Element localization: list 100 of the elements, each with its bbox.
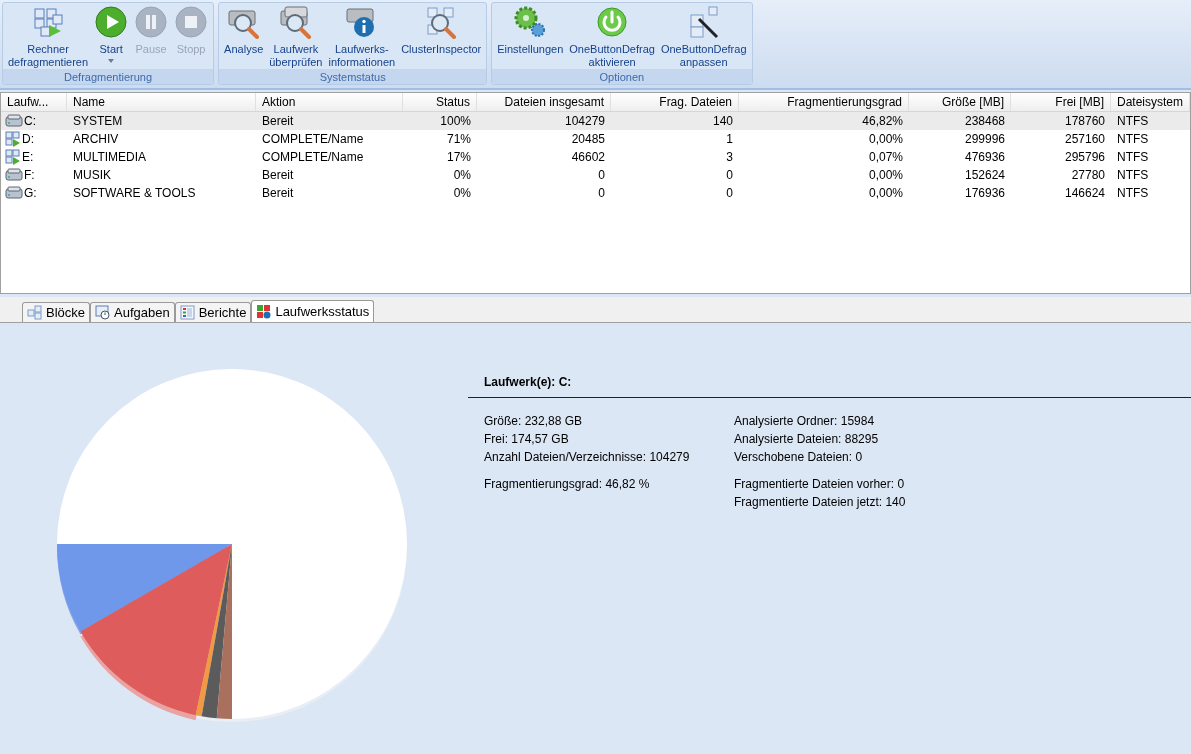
table-cell-text: Bereit xyxy=(262,113,294,130)
table-row[interactable]: C: SYSTEM Bereit 100% 104279 140 46,82% 238468 178760 NTFS xyxy=(1,112,1190,130)
gears-icon xyxy=(513,5,548,39)
column-header[interactable]: Größe [MB] xyxy=(909,93,1011,111)
column-header[interactable]: Frei [MB] xyxy=(1011,93,1111,111)
table-cell-text: ARCHIV xyxy=(73,131,119,148)
table-cell-text: NTFS xyxy=(1117,131,1149,148)
table-cell-text: 0 xyxy=(598,167,605,184)
group-label: Optionen xyxy=(492,69,752,84)
table-cell-text: 176936 xyxy=(964,185,1005,202)
table-cell-text: 27780 xyxy=(1071,167,1105,184)
column-header[interactable]: Laufw... xyxy=(1,93,67,111)
table-cell-text: 1 xyxy=(726,131,733,148)
clock-icon xyxy=(95,305,111,320)
defrag-button[interactable]: Rechner defragmentieren xyxy=(6,5,91,69)
table-row[interactable]: F: MUSIK Bereit 0% 0 0 0,00% 152624 27780 NTFS xyxy=(1,166,1190,184)
table-cell-text: 140 xyxy=(712,113,733,130)
blocks-icon xyxy=(31,5,66,39)
power-icon xyxy=(595,5,630,39)
play-button[interactable]: Start xyxy=(92,5,131,63)
table-cell-text: NTFS xyxy=(1117,113,1149,130)
table-cell-text: NTFS xyxy=(1117,149,1149,166)
column-header[interactable]: Name xyxy=(67,93,256,111)
tab[interactable]: Berichte xyxy=(174,302,252,322)
table-row[interactable]: G: SOFTWARE & TOOLS Bereit 0% 0 0 0,00% 176936 146624 NTFS xyxy=(1,184,1190,202)
table-cell-text: 0 xyxy=(726,185,733,202)
table-cell-text: 46,82% xyxy=(862,113,903,130)
table-cell-text: C: xyxy=(24,113,36,130)
status-line: Fragmentierungsgrad: 46,82 % xyxy=(484,476,651,493)
table-cell-text: 0 xyxy=(598,185,605,202)
table-cell-text: 20485 xyxy=(571,131,605,148)
table-cell-text: 295796 xyxy=(1064,149,1105,166)
table-cell-text: 299996 xyxy=(964,131,1005,148)
table-cell-text: 0,00% xyxy=(868,131,903,148)
table-cell-text: 152624 xyxy=(964,167,1005,184)
hard-drive-icon xyxy=(5,114,23,128)
table-cell-text: 0,00% xyxy=(868,185,903,202)
table-cell-text: G: xyxy=(24,185,37,202)
table-cell-text: MUSIK xyxy=(73,167,111,184)
table-cell-text: 257160 xyxy=(1064,131,1105,148)
column-header[interactable]: Status xyxy=(403,93,477,111)
tab[interactable]: Blöcke xyxy=(22,302,91,322)
status-line: Frei: 174,57 GB xyxy=(484,431,570,448)
pause-icon xyxy=(134,5,169,39)
table-cell-text: 100% xyxy=(440,113,471,130)
table-cell-text: MULTIMEDIA xyxy=(73,149,147,166)
column-header[interactable]: Frag. Dateien xyxy=(611,93,739,111)
group-label: Systemstatus xyxy=(219,69,487,84)
column-header[interactable]: Dateisystem xyxy=(1111,93,1190,111)
tab[interactable]: Laufwerksstatus xyxy=(251,300,375,322)
wand-button[interactable]: OneButtonDefrag anpassen xyxy=(658,5,749,69)
table-cell-text: 3 xyxy=(726,149,733,166)
table-cell-text: Bereit xyxy=(262,185,294,202)
magnifier-icon xyxy=(278,5,313,39)
tab[interactable]: Aufgaben xyxy=(90,302,175,322)
table-cell-text: NTFS xyxy=(1117,185,1149,202)
play-icon xyxy=(94,5,129,39)
table-cell-text: 238468 xyxy=(964,113,1005,130)
drive-status-icon xyxy=(256,304,272,319)
column-header[interactable]: Aktion xyxy=(256,93,403,111)
status-line: Analysierte Ordner: 15984 xyxy=(734,413,876,430)
table-cell-text: 0% xyxy=(453,185,471,202)
status-line: Anzahl Dateien/Verzeichnisse: 104279 xyxy=(484,449,691,466)
hard-drive-icon xyxy=(5,186,23,200)
table-row[interactable]: E: MULTIMEDIA COMPLETE/Name 17% 46602 3 0,07% 476936 295796 NTFS xyxy=(1,148,1190,166)
magnifier-icon xyxy=(424,5,459,39)
table-row[interactable]: D: ARCHIV COMPLETE/Name 71% 20485 1 0,00% 299996 257160 NTFS xyxy=(1,130,1190,148)
analyze-button[interactable]: Analyse xyxy=(222,5,266,56)
table-cell-text: F: xyxy=(24,167,35,184)
group-label: Defragmentierung xyxy=(3,69,214,84)
table-cell-text: 0,00% xyxy=(868,167,903,184)
stop-icon xyxy=(174,5,209,39)
table-cell-text: 71% xyxy=(446,131,471,148)
status-line: Fragmentierte Dateien vorher: 0 xyxy=(734,476,906,493)
power-button[interactable]: OneButtonDefrag aktivieren xyxy=(567,5,657,69)
table-cell-text: 0% xyxy=(453,167,471,184)
blocks-icon xyxy=(5,131,21,147)
table-cell-text: 17% xyxy=(446,149,471,166)
status-line: Verschobene Dateien: 0 xyxy=(734,449,864,466)
status-line: Fragmentierte Dateien jetzt: 140 xyxy=(734,494,907,511)
table-cell-text: D: xyxy=(22,131,34,148)
table-cell-text: NTFS xyxy=(1117,167,1149,184)
report-icon xyxy=(179,305,195,320)
table-cell-text: Bereit xyxy=(262,167,294,184)
column-header[interactable]: Fragmentierungsgrad xyxy=(739,93,909,111)
table-cell-text: 46602 xyxy=(571,149,605,166)
column-header[interactable]: Dateien insgesamt xyxy=(477,93,611,111)
blocks-icon xyxy=(27,305,42,320)
cluster-button[interactable]: ClusterInspector xyxy=(399,5,484,56)
status-line: Analysierte Dateien: 88295 xyxy=(734,431,880,448)
check-button[interactable]: Laufwerk überprüfen xyxy=(267,5,325,69)
gears-button[interactable]: Einstellungen xyxy=(495,5,566,56)
table-cell-text: 178760 xyxy=(1064,113,1105,130)
table-cell-text: E: xyxy=(22,149,34,166)
status-title: Laufwerk(e): C: xyxy=(483,374,573,391)
table-cell-text: SOFTWARE & TOOLS xyxy=(73,185,196,202)
info-button[interactable]: Laufwerks- informationen xyxy=(326,5,398,69)
table-cell-text: 146624 xyxy=(1064,185,1105,202)
table-cell-text: SYSTEM xyxy=(73,113,123,130)
table-cell-text: 104279 xyxy=(564,113,605,130)
